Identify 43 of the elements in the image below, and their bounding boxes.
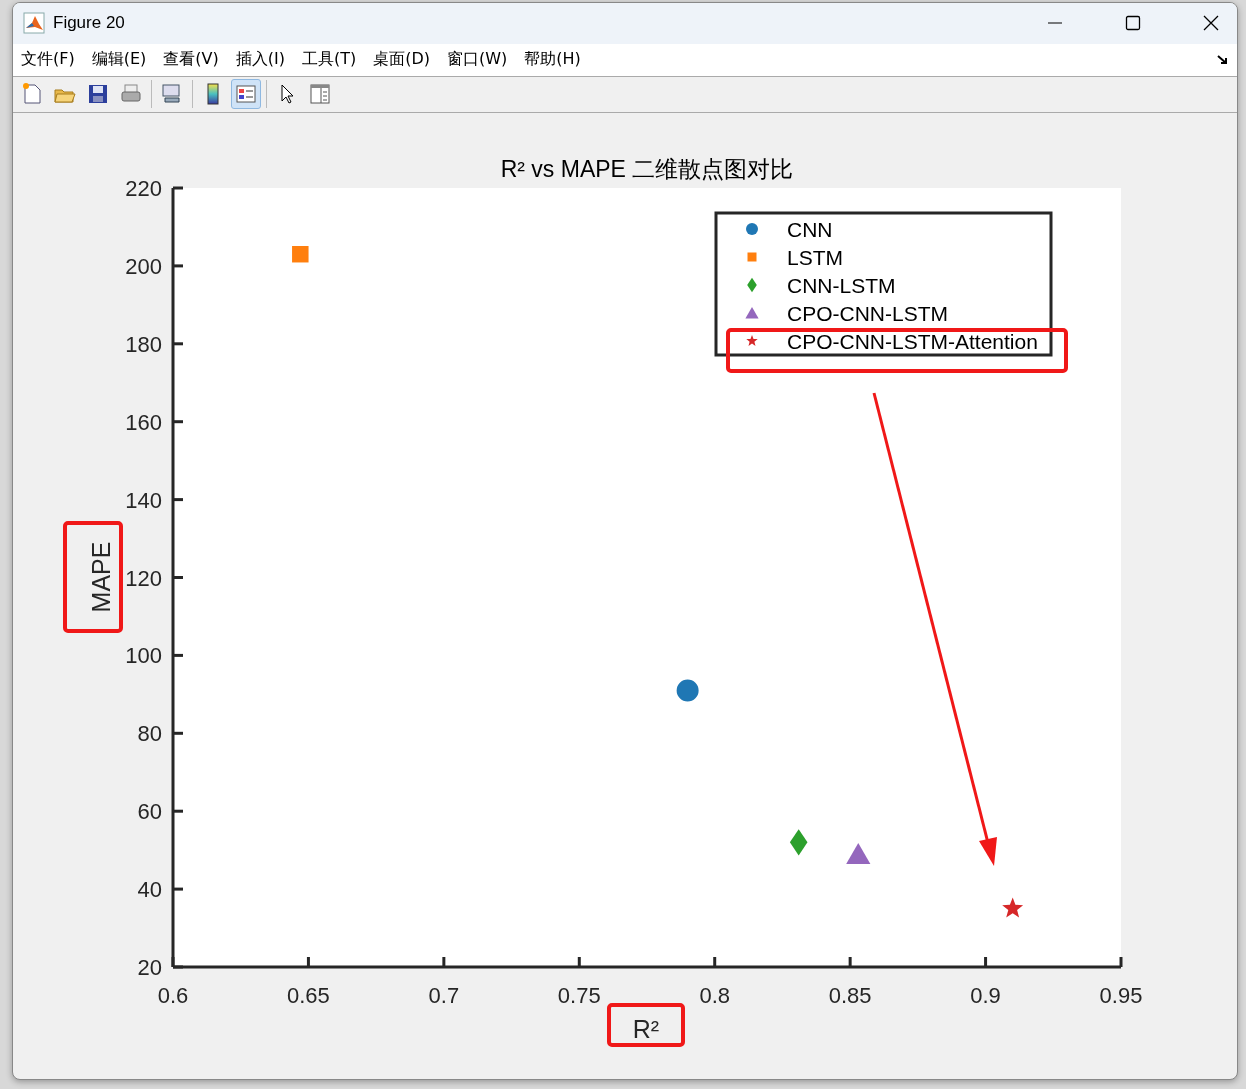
y-tick-label: 220: [125, 176, 162, 201]
legend-label: LSTM: [787, 246, 843, 269]
maximize-icon[interactable]: [1125, 15, 1141, 32]
y-tick-label: 160: [125, 409, 162, 435]
chart-title: R² vs MAPE 二维散点图对比: [500, 156, 794, 182]
y-tick-label: 140: [125, 487, 162, 513]
legend-label: CPO-CNN-LSTM-Attention: [787, 330, 1038, 353]
x-tick-label: 0.7: [428, 983, 460, 1008]
window-title: Figure 20: [53, 13, 125, 34]
menu-item[interactable]: 帮助(H): [524, 49, 581, 71]
menu-item[interactable]: 桌面(D): [373, 49, 430, 71]
legend-label: CNN: [787, 218, 833, 241]
menu-item[interactable]: 窗口(W): [447, 49, 508, 71]
y-tick-label: 100: [125, 643, 162, 669]
y-tick-label: 60: [137, 799, 162, 825]
y-axis-label: MAPE: [87, 541, 115, 613]
y-tick-label: 20: [137, 955, 162, 980]
matlab-icon: [23, 12, 45, 35]
dock-arrow-icon[interactable]: [1217, 53, 1229, 66]
x-tick-label: 0.85: [828, 983, 872, 1008]
legend-label: CNN-LSTM: [787, 274, 896, 297]
x-tick-label: 0.6: [157, 983, 189, 1008]
new-file-icon: [20, 82, 44, 107]
menu-item[interactable]: 工具(T): [301, 49, 357, 71]
legend-tool-button[interactable]: [231, 79, 261, 110]
y-tick-label: 180: [125, 331, 162, 357]
y-tick-label: 40: [137, 877, 162, 903]
menu-item[interactable]: 插入(I): [235, 49, 285, 71]
y-tick-label: 80: [137, 721, 162, 747]
legend-label: CPO-CNN-LSTM: [787, 302, 948, 325]
x-tick-label: 0.65: [287, 983, 330, 1008]
panel-icon: [308, 82, 332, 107]
x-axis-label: R²: [632, 1015, 660, 1043]
y-tick-label: 120: [125, 565, 162, 591]
x-tick-label: 0.75: [557, 983, 601, 1008]
close-icon[interactable]: [1203, 15, 1219, 32]
x-tick-label: 0.8: [699, 983, 730, 1008]
x-tick-label: 0.9: [970, 983, 1001, 1008]
menu-item[interactable]: 查看(V): [163, 49, 219, 71]
menu-item[interactable]: 文件(F): [21, 49, 75, 71]
menu-item[interactable]: 编辑(E): [91, 49, 147, 71]
x-tick-label: 0.95: [1099, 983, 1143, 1008]
y-tick-label: 200: [125, 253, 162, 279]
